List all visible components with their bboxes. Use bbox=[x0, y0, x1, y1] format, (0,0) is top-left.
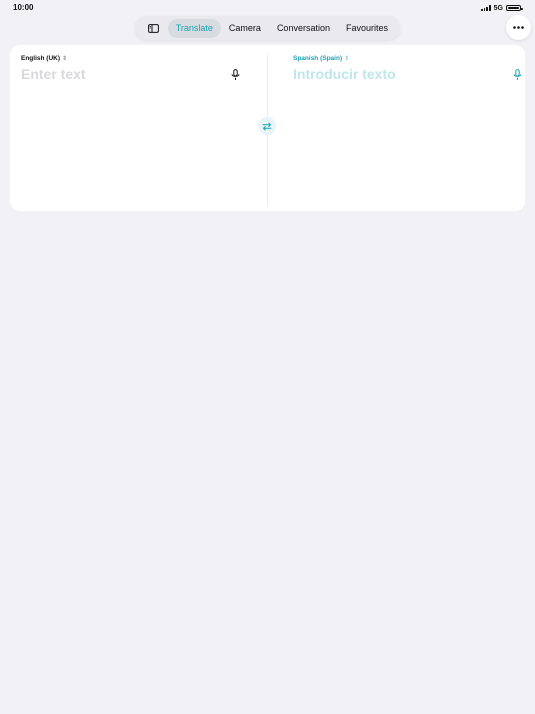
target-text-output[interactable]: Introducir texto bbox=[293, 66, 483, 86]
status-indicators: 5G bbox=[481, 3, 523, 13]
tab-translate[interactable]: Translate bbox=[167, 18, 221, 38]
tab-camera[interactable]: Camera bbox=[221, 19, 269, 38]
status-bar: 10:00 5G bbox=[0, 0, 535, 16]
tab-favourites[interactable]: Favourites bbox=[338, 19, 396, 38]
source-text-input[interactable]: Enter text bbox=[21, 66, 211, 86]
target-pane: Spanish (Spain) ⇕ Introducir texto bbox=[268, 45, 525, 211]
sidebar-left-icon bbox=[147, 23, 159, 33]
source-language-selector[interactable]: English (UK) ⇕ bbox=[21, 55, 67, 62]
source-language-label: English (UK) bbox=[21, 55, 60, 62]
tab-bar: Translate Camera Conversation Favourites bbox=[135, 16, 400, 40]
status-time: 10:00 bbox=[13, 3, 34, 12]
sidebar-toggle-button[interactable] bbox=[141, 18, 166, 38]
source-pane: English (UK) ⇕ Enter text bbox=[10, 45, 267, 211]
chevron-updown-icon: ⇕ bbox=[344, 55, 350, 62]
signal-icon bbox=[481, 5, 491, 11]
target-microphone-button[interactable] bbox=[510, 67, 524, 83]
microphone-icon bbox=[231, 69, 239, 80]
ellipsis-icon bbox=[513, 26, 524, 29]
chevron-updown-icon: ⇕ bbox=[62, 55, 68, 62]
tab-conversation[interactable]: Conversation bbox=[269, 19, 338, 38]
translation-card: English (UK) ⇕ Enter text Spanish (Spain… bbox=[10, 45, 525, 211]
source-microphone-button[interactable] bbox=[228, 67, 242, 83]
battery-icon bbox=[506, 5, 523, 11]
microphone-icon bbox=[513, 69, 521, 80]
target-language-label: Spanish (Spain) bbox=[293, 55, 343, 62]
target-language-selector[interactable]: Spanish (Spain) ⇕ bbox=[293, 55, 349, 62]
more-options-button[interactable] bbox=[506, 15, 531, 40]
network-label: 5G bbox=[493, 4, 503, 12]
